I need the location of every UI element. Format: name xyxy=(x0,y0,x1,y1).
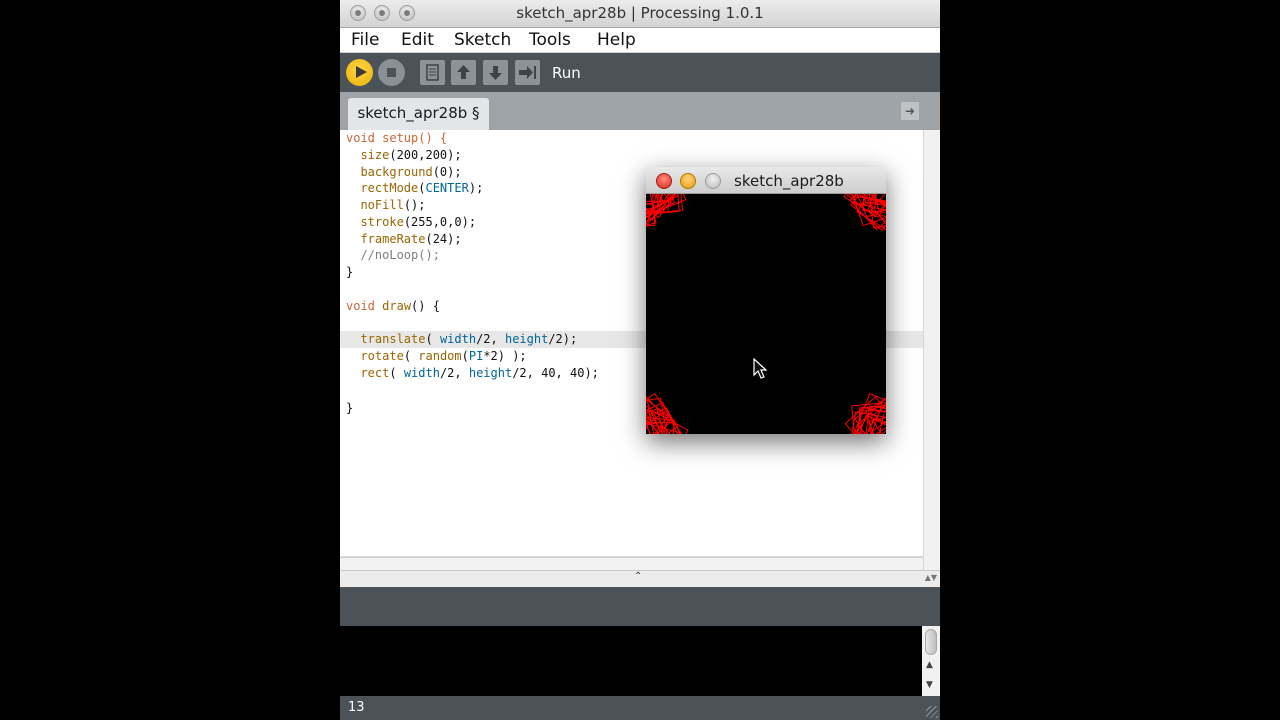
title-bar: sketch_apr28b | Processing 1.0.1 xyxy=(340,0,940,28)
console-output[interactable] xyxy=(340,626,922,696)
code-line: } xyxy=(346,401,354,415)
status-bar: 13 xyxy=(340,696,940,720)
toolbar-hover-label: Run xyxy=(552,64,581,82)
sketch-minimize-button[interactable] xyxy=(680,173,696,189)
menu-edit[interactable]: Edit xyxy=(401,30,434,50)
run-button[interactable] xyxy=(346,59,373,86)
mouse-cursor-icon xyxy=(753,358,768,379)
tab-bar: sketch_apr28b § ➜ xyxy=(340,92,940,130)
chevron-up-icon[interactable]: ⌃ xyxy=(634,571,642,582)
new-button[interactable] xyxy=(420,60,445,85)
sketch-title-bar: sketch_apr28b xyxy=(646,167,886,194)
code-line: translate( width/2, height/2); xyxy=(360,332,578,346)
resize-grip-icon[interactable] xyxy=(926,706,938,718)
editor-horizontal-scrollbar[interactable] xyxy=(340,557,923,571)
open-button[interactable] xyxy=(451,60,476,85)
menu-file[interactable]: File xyxy=(351,30,379,50)
export-button[interactable] xyxy=(515,60,540,85)
code-line: size(200,200); xyxy=(360,148,462,162)
new-file-icon xyxy=(426,64,439,81)
message-area xyxy=(340,587,940,626)
sketch-drawing xyxy=(605,152,929,477)
export-arrow-icon xyxy=(519,66,536,79)
arrow-up-icon xyxy=(457,65,470,79)
tab-sketch[interactable]: sketch_apr28b § xyxy=(348,98,489,130)
code-line: background(0); xyxy=(360,165,462,179)
sketch-close-button[interactable] xyxy=(656,173,672,189)
scroll-down-icon[interactable]: ▼ xyxy=(926,680,933,690)
code-line: rect( width/2, height/2, 40, 40); xyxy=(360,366,599,380)
code-line: } xyxy=(346,265,354,279)
code-line: rotate( random(PI*2) ); xyxy=(360,349,527,363)
stop-button[interactable] xyxy=(378,59,405,86)
window-title: sketch_apr28b | Processing 1.0.1 xyxy=(516,4,764,22)
toolbar: Run xyxy=(340,53,940,92)
save-button[interactable] xyxy=(483,60,508,85)
sketch-zoom-button[interactable] xyxy=(705,173,721,189)
code-line: noFill(); xyxy=(360,198,426,212)
code-line: //noLoop(); xyxy=(360,248,440,262)
scroll-up-icon[interactable]: ▲ xyxy=(926,660,933,670)
code-line: void draw() { xyxy=(346,299,440,313)
code-line: stroke(255,0,0); xyxy=(360,215,477,229)
sketch-output-window: sketch_apr28b xyxy=(605,152,929,477)
editor-vertical-scrollbar[interactable] xyxy=(923,130,940,570)
tab-menu-arrow-icon[interactable]: ➜ xyxy=(901,102,919,120)
code-line: rectMode(CENTER); xyxy=(360,181,484,195)
scroll-arrows-icon[interactable]: ▲▼ xyxy=(925,573,937,582)
sketch-canvas[interactable] xyxy=(605,152,929,477)
code-line: frameRate(24); xyxy=(360,232,462,246)
line-number: 13 xyxy=(348,700,365,715)
pane-splitter[interactable]: ⌃ ▲▼ xyxy=(340,570,940,588)
arrow-down-icon xyxy=(489,66,502,80)
menu-help[interactable]: Help xyxy=(597,30,636,50)
menu-sketch[interactable]: Sketch xyxy=(454,30,511,50)
menu-tools[interactable]: Tools xyxy=(529,30,571,50)
sketch-window-title: sketch_apr28b xyxy=(734,172,844,190)
console-scrollbar[interactable]: ▲ ▼ xyxy=(922,626,940,696)
menu-bar: File Edit Sketch Tools Help xyxy=(340,28,940,53)
code-line: void setup() { xyxy=(346,131,448,145)
console-scroll-thumb[interactable] xyxy=(925,629,937,655)
